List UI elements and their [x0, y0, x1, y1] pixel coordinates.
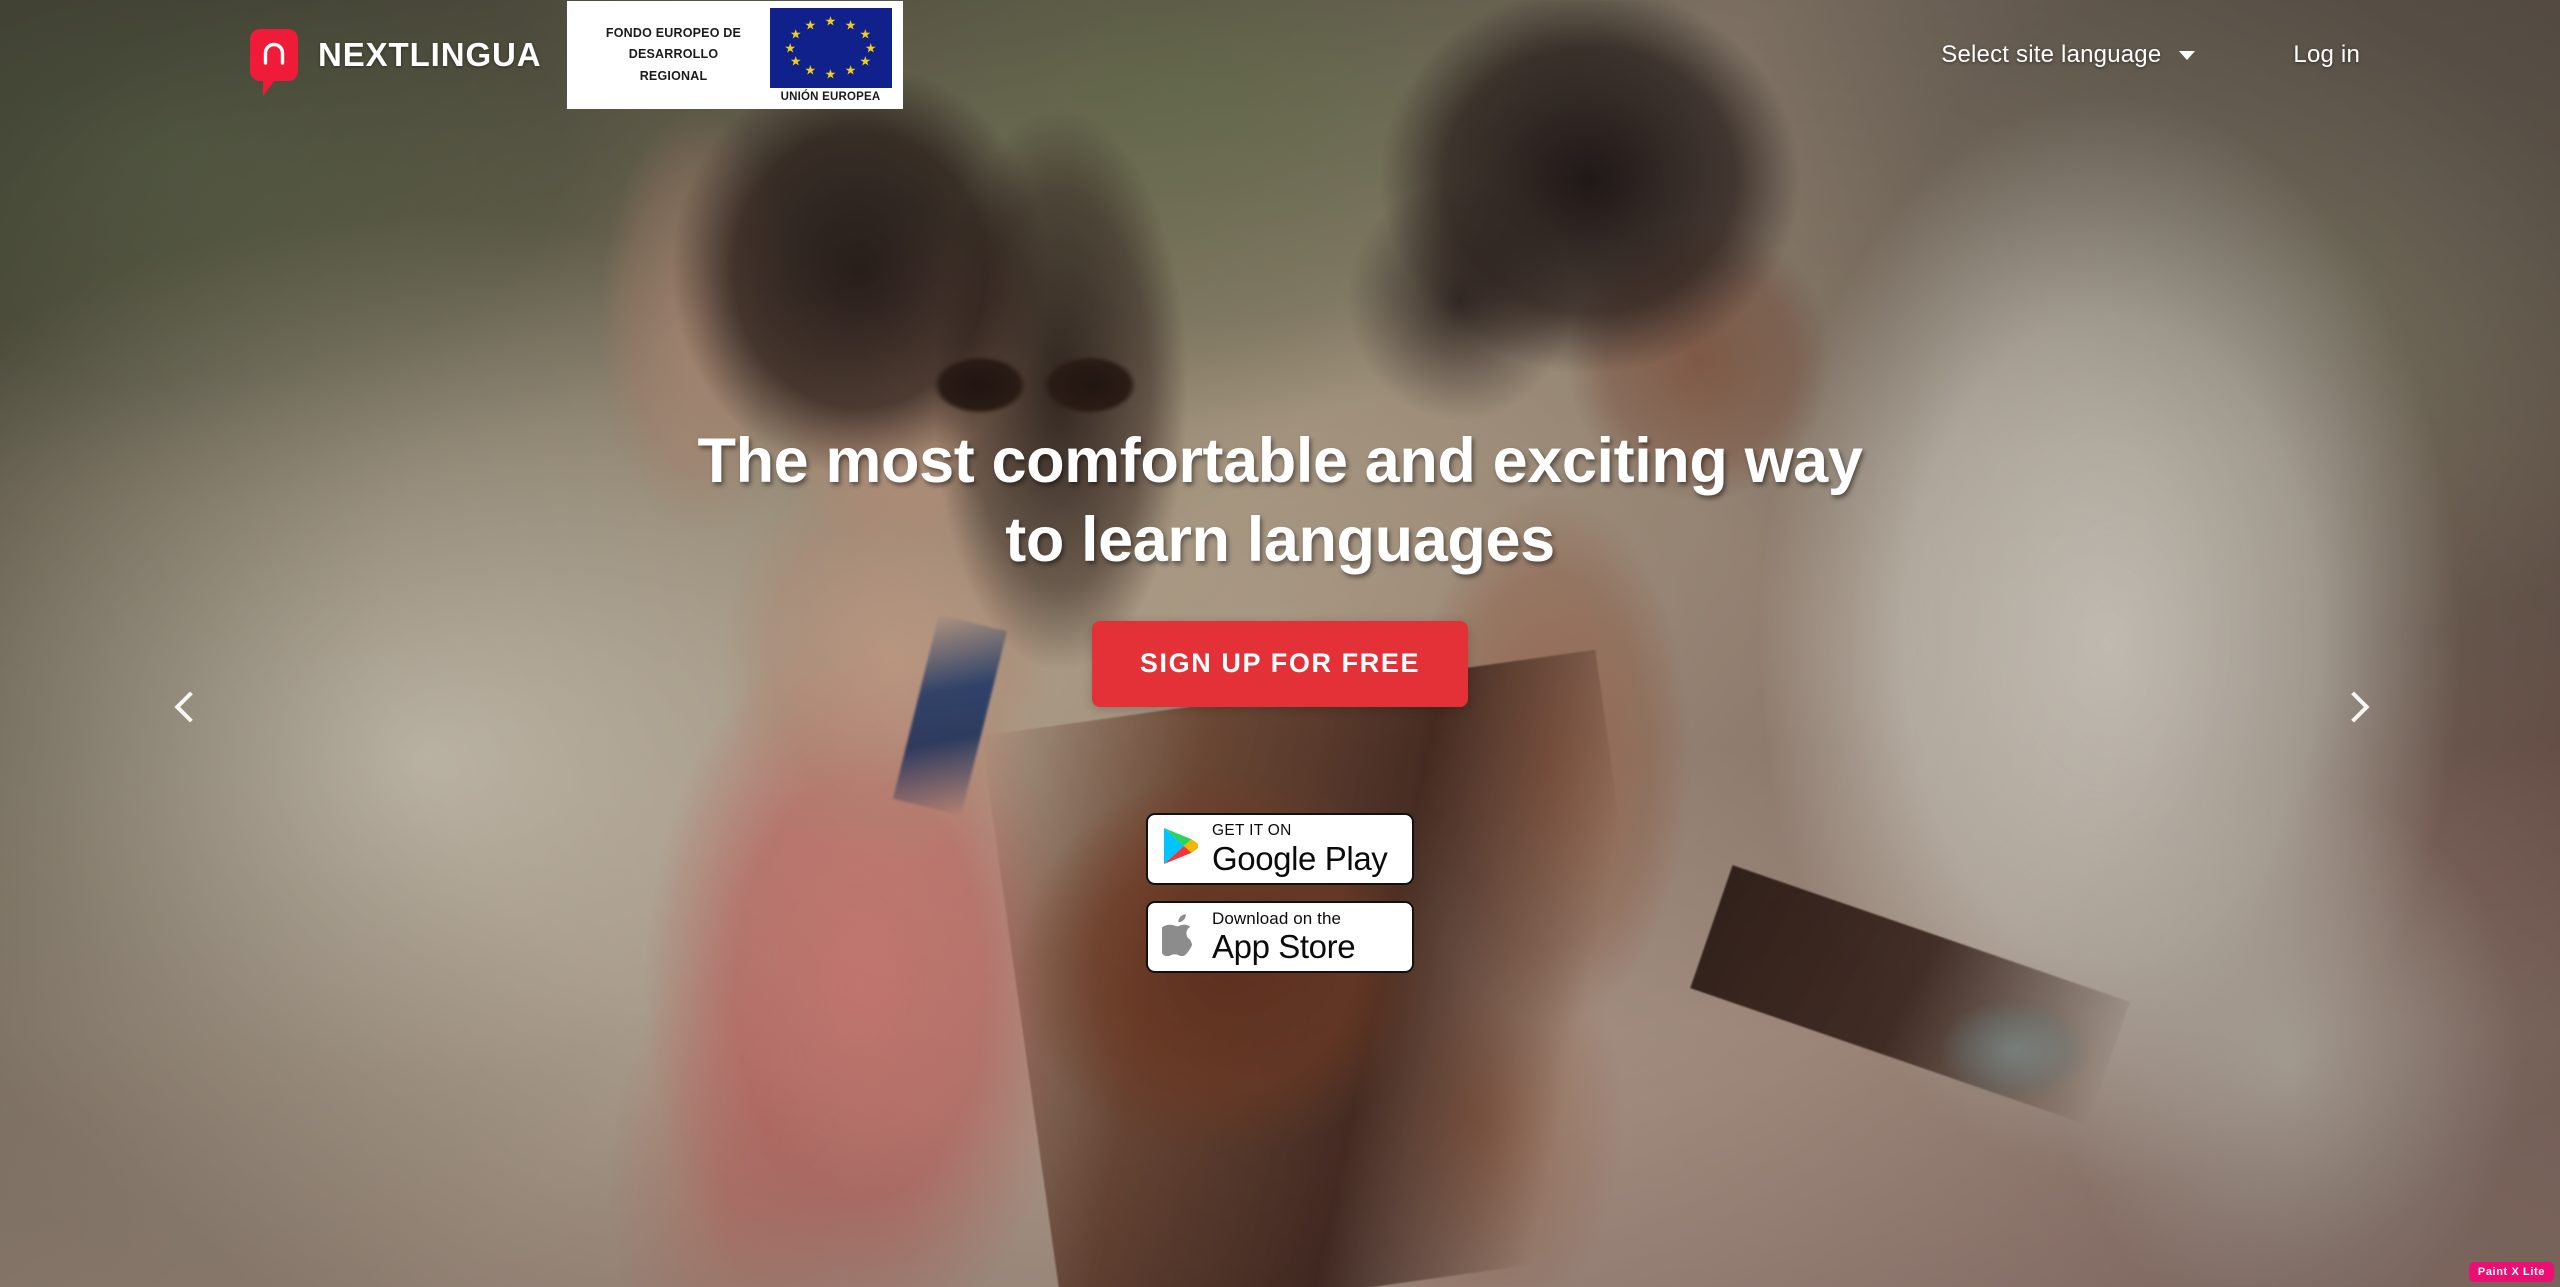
hero-headline-line-1: The most comfortable and exciting way [697, 426, 1863, 496]
carousel-prev-button[interactable] [158, 675, 222, 739]
app-store-badge-bottom: App Store [1212, 928, 1356, 966]
eu-funding-plaque: FONDO EUROPEO DE DESARROLLO REGIONAL ★ ★… [566, 1, 903, 109]
app-store-badge[interactable]: Download on the App Store [1146, 900, 1414, 973]
app-store-badges: GET IT ON Google Play Download on the Ap… [1146, 812, 1414, 973]
hero-headline: The most comfortable and exciting way to… [580, 422, 1980, 581]
chevron-down-icon [2179, 50, 2196, 60]
signup-for-free-button[interactable]: SIGN UP FOR FREE [1091, 620, 1469, 707]
brand-logo-link[interactable]: NEXTLINGUA [250, 29, 542, 96]
chevron-left-icon [174, 691, 206, 723]
apple-logo-icon [1157, 912, 1198, 961]
google-play-badge-bottom: Google Play [1212, 839, 1388, 877]
login-link[interactable]: Log in [2293, 41, 2360, 69]
speech-bubble-n-icon [250, 29, 298, 96]
eu-plaque-line-2: DESARROLLO [628, 47, 719, 62]
eu-flag-icon: ★ ★ ★ ★ ★ ★ ★ ★ ★ ★ ★ ★ [769, 7, 892, 88]
eu-plaque-text: FONDO EUROPEO DE DESARROLLO REGIONAL [581, 23, 767, 88]
paint-x-lite-watermark: Paint X Lite [2468, 1262, 2554, 1282]
eu-flag-block: ★ ★ ★ ★ ★ ★ ★ ★ ★ ★ ★ ★ UNIÓN EUROPEA [767, 7, 895, 103]
google-play-badge-top: GET IT ON [1212, 822, 1292, 839]
eu-plaque-line-1: FONDO EUROPEO DE [605, 25, 742, 40]
hero-content: The most comfortable and exciting way to… [0, 0, 2560, 1287]
app-store-badge-text: Download on the App Store [1212, 909, 1356, 966]
google-play-icon [1162, 826, 1199, 871]
language-selector[interactable]: Select site language [1941, 41, 2196, 69]
chevron-right-icon [2338, 691, 2370, 723]
brand-name: NEXTLINGUA [318, 36, 542, 73]
app-store-badge-top: Download on the [1212, 909, 1342, 929]
carousel-next-button[interactable] [2322, 675, 2386, 739]
hero-headline-line-2: to learn languages [1005, 505, 1555, 576]
language-selector-label: Select site language [1941, 41, 2162, 68]
google-play-badge[interactable]: GET IT ON Google Play [1146, 812, 1414, 885]
site-header: NEXTLINGUA FONDO EUROPEO DE DESARROLLO R… [0, 0, 2560, 110]
eu-flag-caption: UNIÓN EUROPEA [780, 90, 881, 103]
header-right-nav: Select site language Log in [1941, 41, 2360, 69]
hero-slide: NEXTLINGUA FONDO EUROPEO DE DESARROLLO R… [0, 0, 2560, 1287]
eu-plaque-line-3: REGIONAL [639, 68, 708, 83]
google-play-badge-text: GET IT ON Google Play [1212, 822, 1388, 877]
